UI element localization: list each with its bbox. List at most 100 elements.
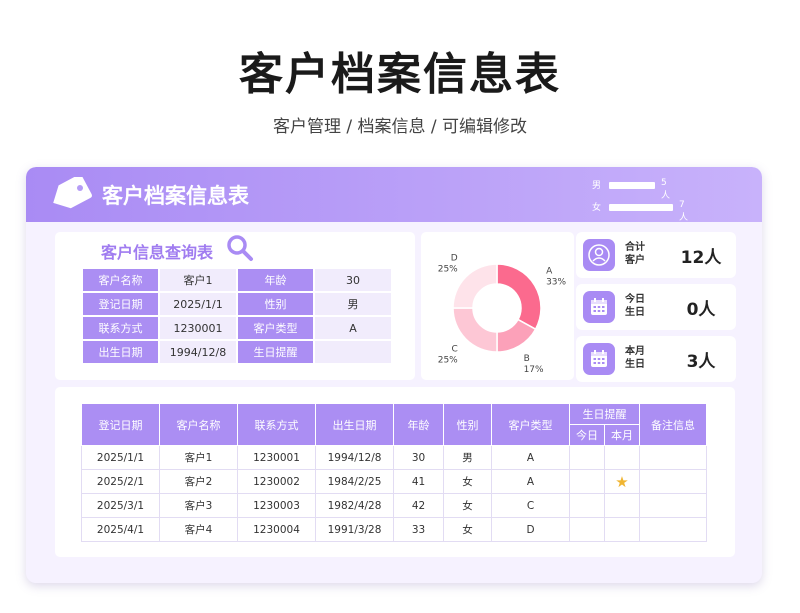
dashboard-card: 客户档案信息表 男 5人 女 7人 客户信息查询表 客户名称 客户1 年龄 30 登记日…	[26, 167, 762, 583]
cell-contact[interactable]: 1230004	[237, 517, 316, 542]
user-icon	[583, 239, 615, 271]
query-field-value[interactable]: 1994/12/8	[160, 341, 236, 363]
cell-birth[interactable]: 1984/2/25	[315, 469, 394, 494]
query-field-label: 客户名称	[83, 269, 158, 291]
cell-gender[interactable]: 女	[443, 469, 492, 494]
cell-note[interactable]	[639, 493, 707, 518]
col-header: 今日	[569, 424, 605, 446]
cell-gender[interactable]: 男	[443, 445, 492, 470]
stat-label: 今日生日	[625, 294, 645, 318]
cell-reg-date[interactable]: 2025/3/1	[81, 493, 160, 518]
donut-slice-c	[452, 307, 498, 353]
donut-percent-label: 25%	[438, 355, 458, 365]
table-row[interactable]: 2025/1/1 客户1 1230001 1994/12/8 30 男 A	[81, 445, 707, 470]
query-field-value[interactable]: 30	[315, 269, 391, 291]
stat-card: 今日生日 0人	[576, 284, 736, 330]
col-header: 客户类型	[491, 403, 570, 446]
query-grid: 客户名称 客户1 年龄 30 登记日期 2025/1/1 性别男联系方式 1230001 客户类…	[81, 267, 393, 365]
cell-contact[interactable]: 1230002	[237, 469, 316, 494]
gender-label: 男	[592, 181, 602, 191]
gender-label: 女	[592, 203, 602, 213]
query-field-label: 年龄	[238, 269, 313, 291]
customer-type-donut-chart: A33%B17%C25%D25%	[438, 254, 567, 375]
search-icon[interactable]	[226, 234, 254, 262]
donut-percent-label: 17%	[524, 365, 544, 375]
gender-count: 5人	[661, 178, 671, 201]
cell-age[interactable]: 42	[393, 493, 444, 518]
banner-title: 客户档案信息表	[102, 184, 249, 208]
query-field-value[interactable]: 2025/1/1	[160, 293, 236, 315]
stat-value: 12人	[680, 248, 722, 268]
cell-contact[interactable]: 1230003	[237, 493, 316, 518]
page-title: 客户档案信息表	[239, 49, 561, 100]
query-field-label: 生日提醒	[238, 341, 313, 363]
query-field-value[interactable]: A	[315, 317, 391, 339]
table-row[interactable]: 2025/4/1 客户4 1230004 1991/3/28 33 女 D	[81, 517, 707, 542]
cell-type[interactable]: D	[491, 517, 570, 542]
query-field-value[interactable]: 客户1	[160, 269, 236, 291]
col-header: 本月	[604, 424, 640, 446]
col-header: 备注信息	[639, 403, 707, 446]
cell-month[interactable]	[604, 445, 640, 470]
cell-month[interactable]	[604, 517, 640, 542]
cell-contact[interactable]: 1230001	[237, 445, 316, 470]
cell-name[interactable]: 客户3	[159, 493, 238, 518]
query-field-label: 登记日期	[83, 293, 158, 315]
stat-card: 本月生日 3人	[576, 336, 736, 382]
cell-month[interactable]: ★	[604, 469, 640, 494]
table-row[interactable]: 2025/3/1 客户3 1230003 1982/4/28 42 女 C	[81, 493, 707, 518]
cell-gender[interactable]: 女	[443, 493, 492, 518]
col-header: 生日提醒	[569, 403, 640, 425]
donut-slice-d	[452, 263, 498, 309]
cell-note[interactable]	[639, 469, 707, 494]
query-title: 客户信息查询表	[101, 243, 214, 262]
query-field-label: 联系方式	[83, 317, 158, 339]
cell-type[interactable]: A	[491, 469, 570, 494]
donut-category-label: C	[451, 344, 457, 354]
cell-name[interactable]: 客户2	[159, 469, 238, 494]
cell-birth[interactable]: 1994/12/8	[315, 445, 394, 470]
cell-type[interactable]: C	[491, 493, 570, 518]
cell-reg-date[interactable]: 2025/2/1	[81, 469, 160, 494]
stat-value: 3人	[686, 352, 716, 372]
table-row[interactable]: 2025/2/1 客户2 1230002 1984/2/25 41 女 A ★	[81, 469, 707, 494]
calendar-icon	[583, 291, 615, 323]
query-field-label: 性别	[238, 293, 313, 315]
cell-type[interactable]: A	[491, 445, 570, 470]
cell-gender[interactable]: 女	[443, 517, 492, 542]
donut-percent-label: 25%	[438, 265, 458, 275]
col-header: 年龄	[393, 403, 444, 446]
col-header: 性别	[443, 403, 492, 446]
cell-age[interactable]: 41	[393, 469, 444, 494]
cell-today[interactable]	[569, 493, 605, 518]
cell-name[interactable]: 客户4	[159, 517, 238, 542]
stat-label: 本月生日	[625, 346, 645, 370]
customer-table: 登记日期 客户名称 联系方式 出生日期 年龄 性别 客户类型 生日提醒 备注信息…	[81, 403, 707, 542]
cell-today[interactable]	[569, 469, 605, 494]
cell-today[interactable]	[569, 517, 605, 542]
query-field-label: 客户类型	[238, 317, 313, 339]
cell-age[interactable]: 33	[393, 517, 444, 542]
gender-bar	[609, 204, 673, 211]
query-field-value[interactable]: 1230001	[160, 317, 236, 339]
cell-note[interactable]	[639, 445, 707, 470]
cell-age[interactable]: 30	[393, 445, 444, 470]
query-field-value[interactable]: 男	[315, 293, 391, 315]
cell-birth[interactable]: 1982/4/28	[315, 493, 394, 518]
cell-today[interactable]	[569, 445, 605, 470]
donut-category-label: A	[546, 266, 553, 276]
query-field-value[interactable]	[315, 341, 391, 363]
page-subtitle: 客户管理 / 档案信息 / 可编辑修改	[272, 117, 528, 137]
cell-note[interactable]	[639, 517, 707, 542]
customer-table-panel: 登记日期 客户名称 联系方式 出生日期 年龄 性别 客户类型 生日提醒 备注信息…	[55, 387, 735, 557]
cell-birth[interactable]: 1991/3/28	[315, 517, 394, 542]
banner: 客户档案信息表 男 5人 女 7人	[26, 167, 762, 223]
stat-card: 合计客户 12人	[576, 232, 736, 278]
cell-name[interactable]: 客户1	[159, 445, 238, 470]
donut-percent-label: 33%	[546, 277, 566, 287]
cell-reg-date[interactable]: 2025/4/1	[81, 517, 160, 542]
cell-month[interactable]	[604, 493, 640, 518]
cell-reg-date[interactable]: 2025/1/1	[81, 445, 160, 470]
gender-count: 7人	[679, 200, 689, 223]
stat-value: 0人	[686, 300, 716, 320]
